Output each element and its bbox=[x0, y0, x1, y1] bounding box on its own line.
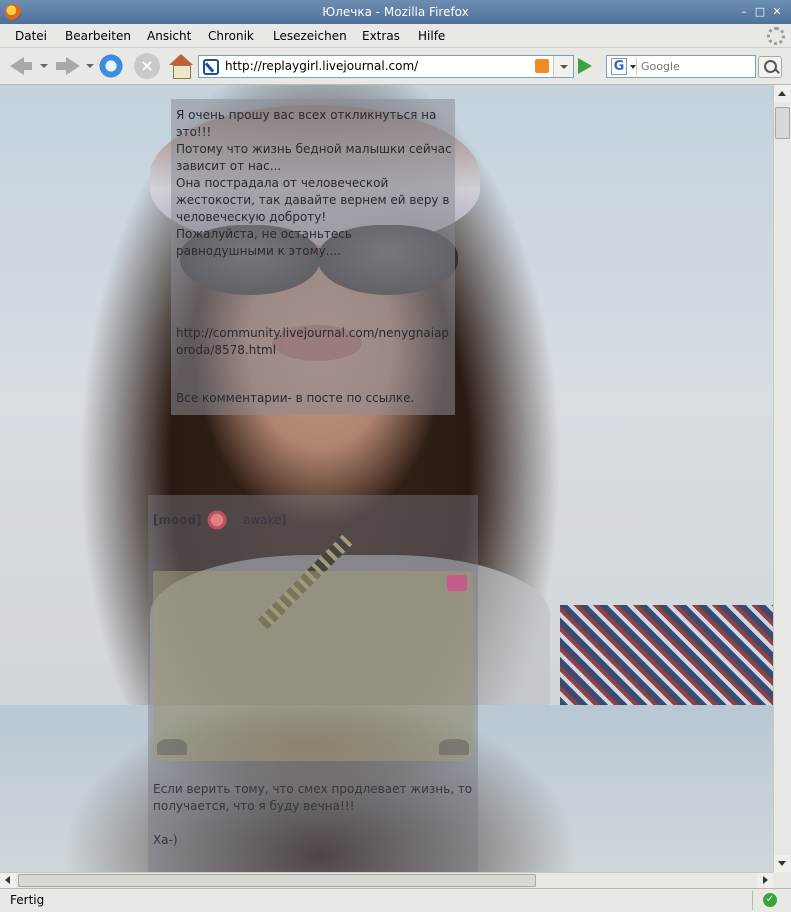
horizontal-scrollbar[interactable] bbox=[0, 872, 773, 888]
go-arrow-icon[interactable] bbox=[578, 58, 592, 74]
horizontal-scroll-thumb[interactable] bbox=[18, 874, 536, 887]
lion-ornament-icon bbox=[439, 739, 469, 755]
google-logo-icon: G bbox=[611, 58, 627, 75]
window-titlebar: Юлечка - Mozilla Firefox – □ ✕ bbox=[0, 0, 791, 24]
status-divider bbox=[752, 891, 753, 910]
image-badge-icon bbox=[447, 575, 467, 591]
livejournal-favicon-icon bbox=[203, 59, 219, 75]
lion-ornament-icon bbox=[157, 739, 187, 755]
search-magnifier-icon[interactable] bbox=[758, 56, 782, 78]
mood-flower-icon bbox=[206, 509, 228, 531]
mood-label: [mood] bbox=[153, 513, 202, 527]
journal-entry-1: Я очень прошу вас всех откликнуться на э… bbox=[171, 99, 455, 415]
reload-icon[interactable] bbox=[98, 53, 124, 79]
back-history-dropdown-icon[interactable] bbox=[40, 64, 48, 68]
close-button[interactable]: ✕ bbox=[770, 5, 784, 19]
home-icon[interactable] bbox=[168, 53, 194, 79]
scroll-right-arrow-icon[interactable] bbox=[757, 873, 773, 888]
vertical-scrollbar[interactable] bbox=[773, 85, 791, 872]
scroll-down-arrow-icon[interactable] bbox=[774, 855, 791, 872]
forward-arrow-icon[interactable] bbox=[54, 53, 80, 79]
vertical-scroll-thumb[interactable] bbox=[775, 107, 790, 139]
maximize-button[interactable]: □ bbox=[753, 5, 767, 19]
window-title: Юлечка - Mozilla Firefox bbox=[322, 5, 469, 19]
search-engine-selector[interactable]: G bbox=[609, 58, 637, 75]
menu-bearbeiten[interactable]: Bearbeiten bbox=[65, 29, 131, 43]
entry-1-footer: Все комментарии- в посте по ссылке. bbox=[176, 391, 415, 405]
menu-bar: Datei Bearbeiten Ansicht Chronik Lesezei… bbox=[0, 24, 791, 48]
menu-hilfe[interactable]: Hilfe bbox=[418, 29, 445, 43]
entry-2-line: Если верить тому, что смех продлевает жи… bbox=[153, 782, 473, 813]
entry-2-image bbox=[153, 571, 473, 761]
search-box[interactable]: G bbox=[606, 55, 756, 78]
minimize-button[interactable]: – bbox=[737, 5, 751, 19]
search-input[interactable] bbox=[641, 58, 751, 75]
entry-1-text: Я очень прошу вас всех откликнуться на э… bbox=[176, 108, 452, 258]
background-photo-jacket bbox=[560, 605, 773, 705]
url-history-dropdown-icon[interactable] bbox=[553, 56, 573, 77]
activity-throbber-icon bbox=[767, 27, 785, 45]
entry-2-line: Ха-) bbox=[153, 833, 178, 847]
stop-icon[interactable]: × bbox=[134, 53, 160, 79]
status-ok-icon: ✓ bbox=[763, 893, 777, 907]
menu-lesezeichen[interactable]: Lesezeichen bbox=[273, 29, 347, 43]
address-bar[interactable]: http://replaygirl.livejournal.com/ bbox=[198, 55, 574, 78]
scroll-left-arrow-icon[interactable] bbox=[0, 873, 16, 888]
mood-value: awake] bbox=[243, 513, 287, 527]
entry-2-text: Если верить тому, что смех продлевает жи… bbox=[153, 781, 473, 849]
journal-entry-2: [mood] awake] Если верить тому, что смех… bbox=[148, 495, 478, 872]
scrollbar-corner bbox=[773, 872, 791, 888]
page-content: Я очень прошу вас всех откликнуться на э… bbox=[0, 85, 773, 872]
menu-extras[interactable]: Extras bbox=[362, 29, 400, 43]
status-bar: Fertig ✓ bbox=[0, 888, 791, 912]
status-text: Fertig bbox=[10, 893, 45, 907]
entry-1-link[interactable]: http://community.livejournal.com/nenygna… bbox=[176, 325, 454, 359]
forward-history-dropdown-icon[interactable] bbox=[86, 64, 94, 68]
rss-feed-icon[interactable] bbox=[535, 59, 549, 73]
menu-chronik[interactable]: Chronik bbox=[208, 29, 254, 43]
url-text[interactable]: http://replaygirl.livejournal.com/ bbox=[225, 59, 418, 73]
scroll-up-arrow-icon[interactable] bbox=[774, 85, 791, 102]
back-arrow-icon[interactable] bbox=[8, 53, 34, 79]
menu-ansicht[interactable]: Ansicht bbox=[147, 29, 191, 43]
menu-datei[interactable]: Datei bbox=[15, 29, 47, 43]
